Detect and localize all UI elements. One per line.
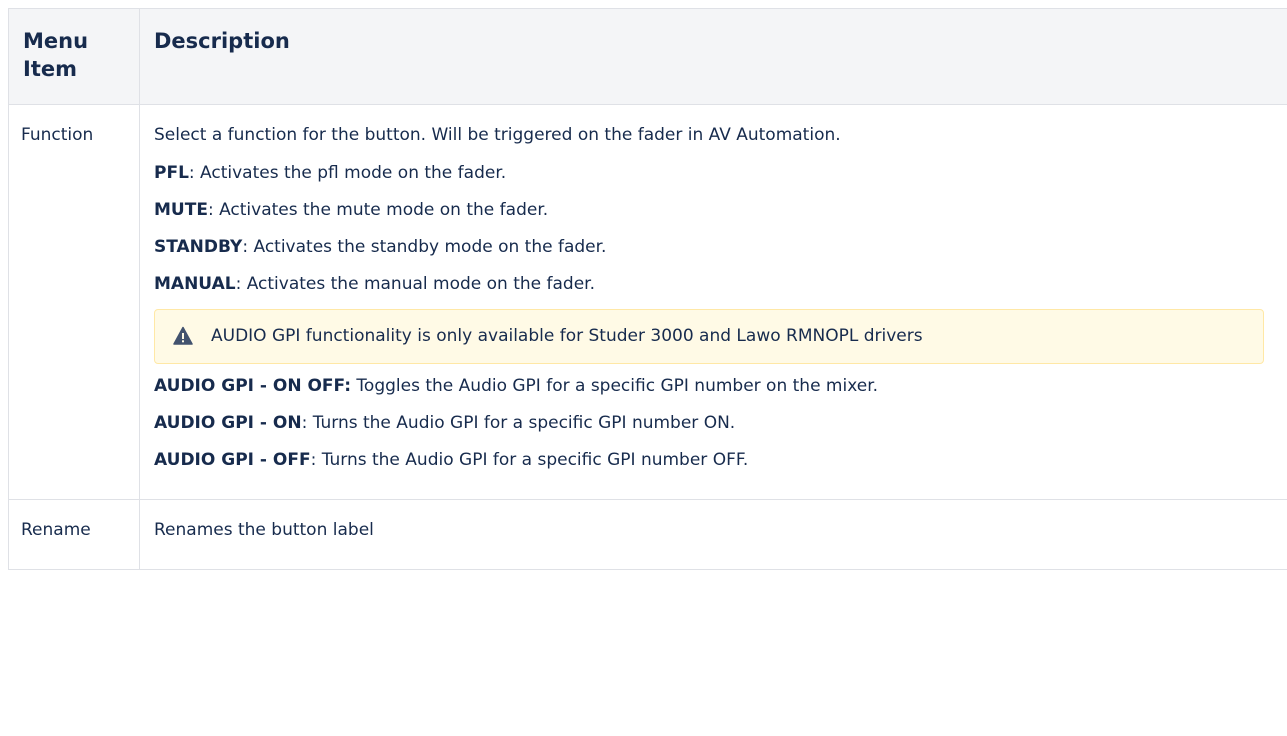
option-manual: MANUAL: Activates the manual mode on the… <box>154 272 1284 296</box>
option-term: STANDBY <box>154 237 243 257</box>
warning-icon <box>173 326 193 345</box>
option-text: Toggles the Audio GPI for a specific GPI… <box>351 376 879 396</box>
option-text: : Turns the Audio GPI for a specific GPI… <box>310 450 749 470</box>
option-term: AUDIO GPI - ON <box>154 413 302 433</box>
menu-items-table: Menu Item Description Function Select a … <box>8 8 1287 570</box>
rename-text: Renames the button label <box>154 520 374 540</box>
option-term: PFL <box>154 163 189 183</box>
table-row-rename: Rename Renames the button label <box>8 499 1287 570</box>
header-menu-item: Menu Item <box>8 8 140 105</box>
warning-text: AUDIO GPI functionality is only availabl… <box>211 326 923 346</box>
warning-note: AUDIO GPI functionality is only availabl… <box>154 309 1264 364</box>
option-mute: MUTE: Activates the mute mode on the fad… <box>154 198 1284 222</box>
menu-item-rename: Rename <box>8 499 140 570</box>
header-description: Description <box>139 8 1287 105</box>
option-term: AUDIO GPI - OFF <box>154 450 311 470</box>
option-text: : Turns the Audio GPI for a specific GPI… <box>301 413 736 433</box>
option-standby: STANDBY: Activates the standby mode on t… <box>154 235 1284 259</box>
option-text: : Activates the pfl mode on the fader. <box>188 163 507 183</box>
table-header-row: Menu Item Description <box>8 8 1287 105</box>
description-function: Select a function for the button. Will b… <box>139 104 1287 500</box>
option-text: : Activates the manual mode on the fader… <box>235 274 595 294</box>
table-row-function: Function Select a function for the butto… <box>8 104 1287 500</box>
option-audio-gpi-on: AUDIO GPI - ON: Turns the Audio GPI for … <box>154 411 1284 435</box>
option-term: MANUAL <box>154 274 236 294</box>
header-menu-item-line2: Item <box>23 57 77 81</box>
description-rename: Renames the button label <box>139 499 1287 570</box>
option-audio-gpi-off: AUDIO GPI - OFF: Turns the Audio GPI for… <box>154 448 1284 472</box>
menu-item-function: Function <box>8 104 140 500</box>
option-audio-gpi-on-off: AUDIO GPI - ON OFF: Toggles the Audio GP… <box>154 374 1284 398</box>
document-table-container: Menu Item Description Function Select a … <box>8 8 1287 736</box>
option-term: AUDIO GPI - ON OFF: <box>154 376 352 396</box>
option-text: : Activates the mute mode on the fader. <box>207 200 549 220</box>
header-menu-item-line1: Menu <box>23 29 89 53</box>
option-pfl: PFL: Activates the pfl mode on the fader… <box>154 161 1284 185</box>
option-text: : Activates the standby mode on the fade… <box>242 237 607 257</box>
function-intro: Select a function for the button. Will b… <box>154 125 841 145</box>
option-term: MUTE <box>154 200 208 220</box>
